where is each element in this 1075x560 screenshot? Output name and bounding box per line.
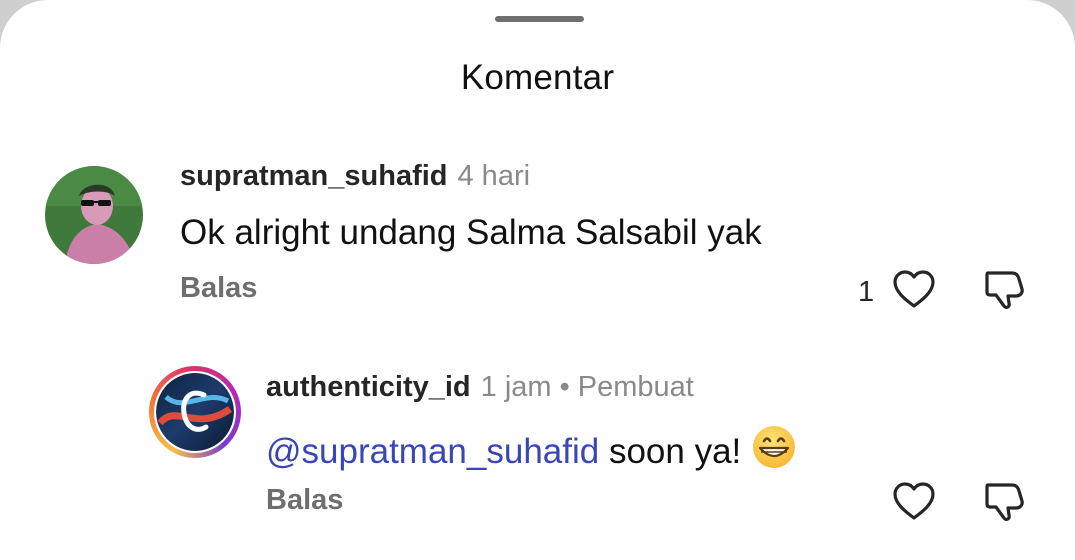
comment-time: 4 hari — [457, 160, 531, 192]
heart-icon[interactable] — [891, 268, 937, 315]
creator-badge: Pembuat — [577, 371, 694, 403]
comment-header: authenticity_id 1 jam • Pembuat — [266, 371, 694, 404]
reply-button[interactable]: Balas — [266, 484, 343, 517]
reply-button[interactable]: Balas — [180, 272, 257, 305]
dislike-icon[interactable] — [982, 267, 1026, 318]
comments-sheet: Komentar supratman_suhafid 4 hari Ok alri… — [0, 0, 1075, 560]
separator-dot: • — [559, 371, 570, 403]
heart-icon[interactable] — [891, 480, 937, 527]
comment-body: soon ya! — [599, 432, 742, 471]
mention-link[interactable]: @supratman_suhafid — [266, 432, 599, 471]
like-count: 1 — [858, 276, 875, 308]
comment-text: Ok alright undang Salma Salsabil yak — [180, 213, 762, 252]
comment-header: supratman_suhafid 4 hari — [180, 160, 530, 193]
comment-username[interactable]: supratman_suhafid — [180, 160, 448, 192]
sheet-title: Komentar — [460, 58, 615, 97]
avatar[interactable] — [45, 166, 143, 264]
dislike-icon[interactable] — [982, 479, 1026, 530]
comment-time: 1 jam — [480, 371, 552, 403]
drag-handle[interactable] — [495, 16, 584, 22]
comment-text: @supratman_suhafid soon ya! — [266, 424, 797, 479]
avatar[interactable] — [149, 366, 241, 458]
comment-username[interactable]: authenticity_id — [266, 371, 471, 403]
grinning-emoji-icon — [751, 424, 797, 479]
